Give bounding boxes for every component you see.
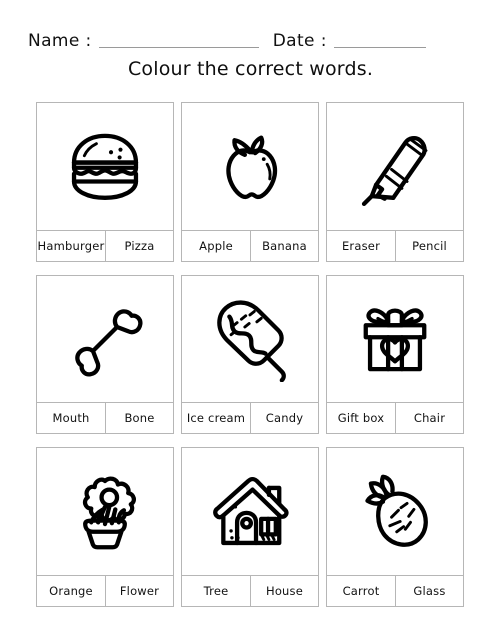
card-hamburger[interactable]: Hamburger Pizza [36, 102, 174, 262]
card-art [327, 276, 463, 403]
gift-box-icon [363, 308, 427, 372]
word-option[interactable]: Bone [105, 403, 173, 434]
card-art [182, 103, 318, 230]
word-option[interactable]: Mouth [37, 403, 105, 433]
word-choices: Eraser Pencil [327, 229, 463, 261]
word-option[interactable]: Candy [250, 403, 318, 434]
date-write-line[interactable] [333, 46, 426, 48]
word-option[interactable]: Carrot [327, 576, 395, 606]
word-choices: Apple Banana [182, 229, 318, 261]
word-option[interactable]: Glass [395, 576, 463, 606]
word-option[interactable]: Ice cream [182, 403, 250, 433]
popsicle-icon [217, 300, 286, 382]
pencil-icon [361, 136, 428, 207]
card-art [327, 103, 463, 230]
word-option[interactable]: Eraser [327, 231, 395, 261]
word-choices: Mouth Bone [37, 402, 173, 434]
hamburger-icon [71, 134, 139, 201]
word-choices: Tree House [182, 575, 318, 606]
word-choices: Orange Flower [37, 575, 173, 606]
word-choices: Hamburger Pizza [37, 229, 173, 261]
apple-icon [226, 135, 278, 200]
bone-icon [75, 309, 143, 377]
word-option[interactable]: Apple [182, 231, 250, 261]
worksheet-grid: Hamburger Pizza Apple Banana Eraser Penc… [36, 102, 464, 607]
word-option[interactable]: Orange [37, 576, 105, 606]
card-house[interactable]: Tree House [181, 447, 319, 607]
word-option[interactable]: Pizza [105, 230, 173, 261]
word-option[interactable]: Pencil [395, 230, 463, 261]
word-option[interactable]: House [250, 576, 318, 606]
card-carrot[interactable]: Carrot Glass [326, 447, 464, 607]
card-art [327, 448, 463, 575]
word-option[interactable]: Flower [105, 576, 173, 606]
card-ice-cream[interactable]: Ice cream Candy [181, 274, 319, 435]
card-bone[interactable]: Mouth Bone [36, 274, 174, 435]
worksheet-header: Name : Date : [0, 22, 501, 52]
card-art [182, 448, 318, 575]
card-apple[interactable]: Apple Banana [181, 102, 319, 262]
word-option[interactable]: Tree [182, 576, 250, 606]
page-title: Colour the correct words. [127, 58, 374, 80]
word-choices: Ice cream Candy [182, 402, 318, 434]
card-flower[interactable]: Orange Flower [36, 447, 174, 607]
card-art [37, 448, 173, 575]
card-pencil[interactable]: Eraser Pencil [326, 102, 464, 262]
card-art [37, 276, 173, 403]
word-option[interactable]: Banana [250, 230, 318, 261]
word-option[interactable]: Gift box [327, 403, 395, 433]
date-label: Date : [272, 31, 327, 51]
word-choices: Carrot Glass [327, 575, 463, 606]
carrot-icon [365, 474, 428, 547]
name-write-line[interactable] [98, 46, 259, 48]
house-icon [213, 476, 289, 545]
flower-pot-icon [82, 476, 136, 550]
word-option[interactable]: Hamburger [37, 231, 105, 261]
card-art [182, 276, 318, 403]
card-art [37, 103, 173, 230]
word-option[interactable]: Chair [395, 403, 463, 434]
card-gift-box[interactable]: Gift box Chair [326, 274, 464, 435]
word-choices: Gift box Chair [327, 402, 463, 434]
name-label: Name : [28, 31, 92, 51]
